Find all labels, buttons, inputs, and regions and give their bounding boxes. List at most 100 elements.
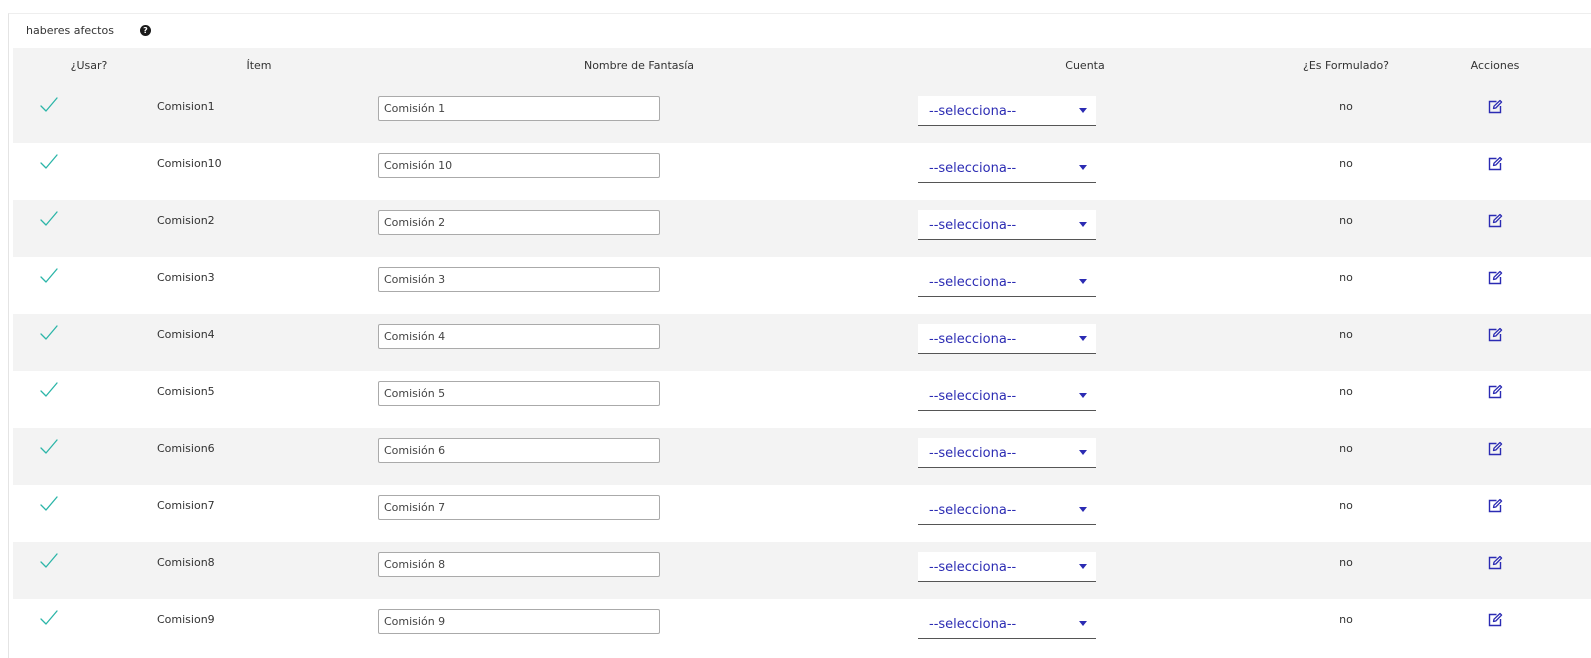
table-row: Comision2 --selecciona-- no	[13, 200, 1591, 257]
checkmark-icon[interactable]	[39, 437, 59, 457]
cuenta-select-value: --selecciona--	[929, 389, 1017, 404]
nombre-fantasia-input[interactable]	[378, 267, 660, 292]
edit-icon[interactable]	[1487, 327, 1503, 343]
cuenta-select-value: --selecciona--	[929, 104, 1017, 119]
item-name: Comision3	[157, 271, 215, 284]
item-name: Comision10	[157, 157, 222, 170]
checkmark-icon[interactable]	[39, 266, 59, 286]
edit-icon[interactable]	[1487, 498, 1503, 514]
es-formulado-value: no	[1339, 214, 1353, 227]
edit-icon[interactable]	[1487, 555, 1503, 571]
cuenta-select-value: --selecciona--	[929, 218, 1017, 233]
item-name: Comision8	[157, 556, 215, 569]
checkmark-icon[interactable]	[39, 608, 59, 628]
table-row: Comision10 --selecciona-- no	[13, 143, 1591, 200]
edit-icon[interactable]	[1487, 270, 1503, 286]
caret-down-icon	[1079, 165, 1087, 170]
header-item: Ítem	[246, 59, 272, 72]
cuenta-select-value: --selecciona--	[929, 560, 1017, 575]
header-acciones: Acciones	[1470, 59, 1520, 72]
table-row: Comision4 --selecciona-- no	[13, 314, 1591, 371]
es-formulado-value: no	[1339, 157, 1353, 170]
haberes-table: ¿Usar? Ítem Nombre de Fantasía Cuenta ¿E…	[13, 48, 1591, 656]
header-cuenta: Cuenta	[1065, 59, 1105, 72]
table-row: Comision8 --selecciona-- no	[13, 542, 1591, 599]
checkmark-icon[interactable]	[39, 95, 59, 115]
cuenta-select[interactable]: --selecciona--	[918, 495, 1096, 525]
es-formulado-value: no	[1339, 271, 1353, 284]
edit-icon[interactable]	[1487, 384, 1503, 400]
item-name: Comision5	[157, 385, 215, 398]
item-name: Comision9	[157, 613, 215, 626]
caret-down-icon	[1079, 450, 1087, 455]
cuenta-select[interactable]: --selecciona--	[918, 153, 1096, 183]
nombre-fantasia-input[interactable]	[378, 609, 660, 634]
edit-icon[interactable]	[1487, 99, 1503, 115]
checkmark-icon[interactable]	[39, 323, 59, 343]
nombre-fantasia-input[interactable]	[378, 495, 660, 520]
es-formulado-value: no	[1339, 499, 1353, 512]
checkmark-icon[interactable]	[39, 494, 59, 514]
cuenta-select[interactable]: --selecciona--	[918, 438, 1096, 468]
item-name: Comision4	[157, 328, 215, 341]
cuenta-select-value: --selecciona--	[929, 332, 1017, 347]
es-formulado-value: no	[1339, 613, 1353, 626]
table-row: Comision7 --selecciona-- no	[13, 485, 1591, 542]
nombre-fantasia-input[interactable]	[378, 210, 660, 235]
nombre-fantasia-input[interactable]	[378, 96, 660, 121]
caret-down-icon	[1079, 336, 1087, 341]
checkmark-icon[interactable]	[39, 551, 59, 571]
cuenta-select-value: --selecciona--	[929, 161, 1017, 176]
es-formulado-value: no	[1339, 385, 1353, 398]
es-formulado-value: no	[1339, 556, 1353, 569]
caret-down-icon	[1079, 108, 1087, 113]
es-formulado-value: no	[1339, 442, 1353, 455]
es-formulado-value: no	[1339, 328, 1353, 341]
cuenta-select-value: --selecciona--	[929, 275, 1017, 290]
header-es-formulado: ¿Es Formulado?	[1302, 59, 1390, 72]
panel-header: haberes afectos ?	[9, 14, 1591, 48]
cuenta-select-value: --selecciona--	[929, 446, 1017, 461]
caret-down-icon	[1079, 621, 1087, 626]
checkmark-icon[interactable]	[39, 209, 59, 229]
question-circle-icon[interactable]: ?	[140, 25, 151, 36]
cuenta-select-value: --selecciona--	[929, 617, 1017, 632]
nombre-fantasia-input[interactable]	[378, 153, 660, 178]
edit-icon[interactable]	[1487, 441, 1503, 457]
table-row: Comision6 --selecciona-- no	[13, 428, 1591, 485]
nombre-fantasia-input[interactable]	[378, 381, 660, 406]
edit-icon[interactable]	[1487, 612, 1503, 628]
item-name: Comision2	[157, 214, 215, 227]
cuenta-select[interactable]: --selecciona--	[918, 210, 1096, 240]
nombre-fantasia-input[interactable]	[378, 324, 660, 349]
cuenta-select[interactable]: --selecciona--	[918, 552, 1096, 582]
table-row: Comision9 --selecciona-- no	[13, 599, 1591, 656]
haberes-afectos-panel: haberes afectos ? ¿Usar? Ítem Nombre de …	[8, 13, 1591, 658]
checkmark-icon[interactable]	[39, 380, 59, 400]
cuenta-select[interactable]: --selecciona--	[918, 324, 1096, 354]
caret-down-icon	[1079, 393, 1087, 398]
table-row: Comision3 --selecciona-- no	[13, 257, 1591, 314]
checkmark-icon[interactable]	[39, 152, 59, 172]
caret-down-icon	[1079, 507, 1087, 512]
caret-down-icon	[1079, 279, 1087, 284]
header-nombre-fantasia: Nombre de Fantasía	[583, 59, 695, 72]
caret-down-icon	[1079, 222, 1087, 227]
nombre-fantasia-input[interactable]	[378, 552, 660, 577]
edit-icon[interactable]	[1487, 213, 1503, 229]
panel-title: haberes afectos	[26, 24, 114, 37]
item-name: Comision6	[157, 442, 215, 455]
caret-down-icon	[1079, 564, 1087, 569]
table-row: Comision1 --selecciona-- no	[13, 86, 1591, 143]
item-name: Comision1	[157, 100, 215, 113]
table-header: ¿Usar? Ítem Nombre de Fantasía Cuenta ¿E…	[13, 48, 1591, 86]
table-body: Comision1 --selecciona-- no Comision10 --sel…	[13, 86, 1591, 656]
item-name: Comision7	[157, 499, 215, 512]
cuenta-select[interactable]: --selecciona--	[918, 267, 1096, 297]
es-formulado-value: no	[1339, 100, 1353, 113]
edit-icon[interactable]	[1487, 156, 1503, 172]
cuenta-select[interactable]: --selecciona--	[918, 609, 1096, 639]
cuenta-select[interactable]: --selecciona--	[918, 96, 1096, 126]
nombre-fantasia-input[interactable]	[378, 438, 660, 463]
cuenta-select[interactable]: --selecciona--	[918, 381, 1096, 411]
